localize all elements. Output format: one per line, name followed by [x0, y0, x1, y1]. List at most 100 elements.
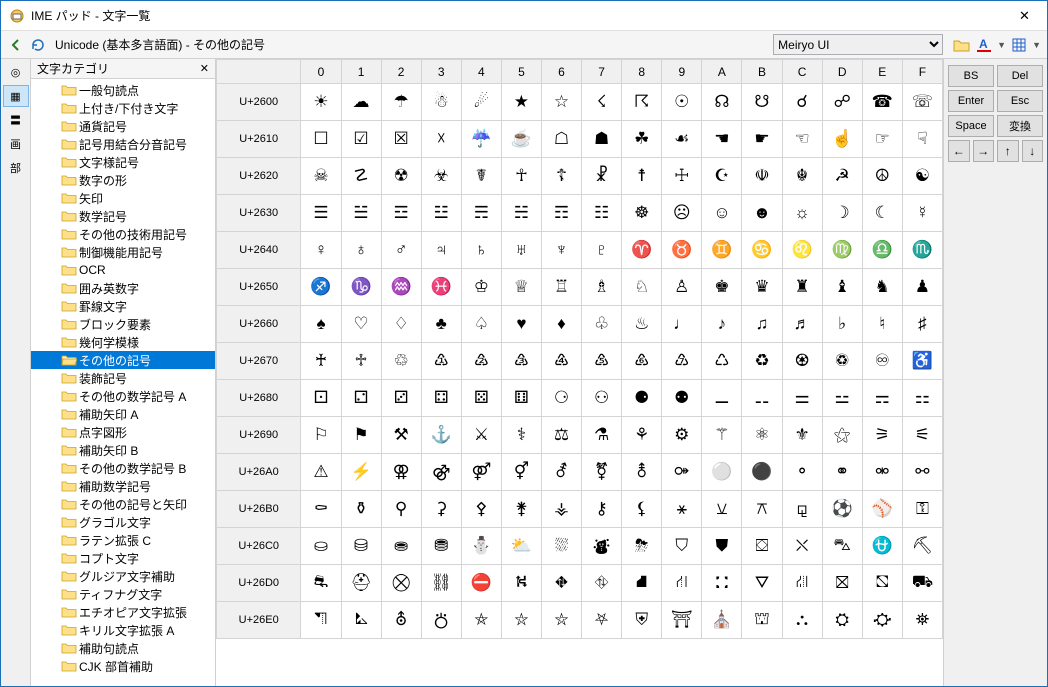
tree-item[interactable]: 補助句読点: [31, 639, 215, 657]
char-cell[interactable]: ☼: [782, 195, 822, 232]
char-cell[interactable]: ⚊: [702, 380, 742, 417]
char-cell[interactable]: ♔: [461, 269, 501, 306]
char-cell[interactable]: ⛙: [662, 565, 702, 602]
char-cell[interactable]: ⛮: [862, 602, 902, 639]
char-cell[interactable]: ⛉: [662, 528, 702, 565]
char-cell[interactable]: ⚇: [582, 380, 622, 417]
char-cell[interactable]: ☷: [582, 195, 622, 232]
char-cell[interactable]: ⛐: [301, 565, 341, 602]
char-cell[interactable]: ♍: [822, 232, 862, 269]
char-cell[interactable]: ⛭: [822, 602, 862, 639]
char-cell[interactable]: ♨: [622, 306, 662, 343]
char-cell[interactable]: ⛆: [541, 528, 581, 565]
char-cell[interactable]: ♋: [742, 232, 782, 269]
char-cell[interactable]: ☉: [662, 84, 702, 121]
tree-item[interactable]: グラゴル文字: [31, 513, 215, 531]
char-cell[interactable]: ☮: [862, 158, 902, 195]
char-cell[interactable]: ☟: [902, 121, 942, 158]
char-cell[interactable]: ⛞: [862, 565, 902, 602]
char-cell[interactable]: ☭: [822, 158, 862, 195]
char-cell[interactable]: ♦: [541, 306, 581, 343]
char-cell[interactable]: ⚫: [742, 454, 782, 491]
right-button[interactable]: →: [973, 140, 995, 162]
char-cell[interactable]: ⚋: [742, 380, 782, 417]
char-cell[interactable]: ⚈: [622, 380, 662, 417]
char-cell[interactable]: ☶: [541, 195, 581, 232]
tree-item[interactable]: その他の記号と矢印: [31, 495, 215, 513]
char-cell[interactable]: ♗: [582, 269, 622, 306]
char-cell[interactable]: ⚵: [501, 491, 541, 528]
char-cell[interactable]: ⛕: [501, 565, 541, 602]
refresh-icon[interactable]: [29, 36, 47, 54]
char-cell[interactable]: ☆: [541, 84, 581, 121]
char-cell[interactable]: ♶: [541, 343, 581, 380]
char-cell[interactable]: ☴: [461, 195, 501, 232]
char-cell[interactable]: ♸: [622, 343, 662, 380]
char-cell[interactable]: ♬: [782, 306, 822, 343]
font-select[interactable]: Meiryo UI: [773, 34, 943, 55]
tree-item[interactable]: 矢印: [31, 189, 215, 207]
char-cell[interactable]: ⛈: [622, 528, 662, 565]
char-cell[interactable]: ⚶: [541, 491, 581, 528]
tree-item[interactable]: OCR: [31, 261, 215, 279]
char-cell[interactable]: ⚷: [582, 491, 622, 528]
char-cell[interactable]: ⚦: [541, 454, 581, 491]
char-cell[interactable]: ⛒: [381, 565, 421, 602]
folder-icon[interactable]: [953, 36, 971, 54]
tree-body[interactable]: 一般句読点上付き/下付き文字通貨記号記号用結合分音記号文字様記号数字の形矢印数学…: [31, 79, 215, 686]
up-button[interactable]: ↑: [997, 140, 1019, 162]
tree-item[interactable]: グルジア文字補助: [31, 567, 215, 585]
char-cell[interactable]: ⚕: [501, 417, 541, 454]
tree-item[interactable]: その他の数学記号 B: [31, 459, 215, 477]
tree-item[interactable]: 幾何学模様: [31, 333, 215, 351]
char-cell[interactable]: ♇: [582, 232, 622, 269]
char-cell[interactable]: ⚤: [461, 454, 501, 491]
char-cell[interactable]: ⚨: [622, 454, 662, 491]
char-cell[interactable]: ♻: [742, 343, 782, 380]
esc-button[interactable]: Esc: [997, 90, 1043, 112]
tree-item[interactable]: 記号用結合分音記号: [31, 135, 215, 153]
char-cell[interactable]: ☠: [301, 158, 341, 195]
tree-item[interactable]: ブロック要素: [31, 315, 215, 333]
char-cell[interactable]: ☃: [421, 84, 461, 121]
char-cell[interactable]: ☯: [902, 158, 942, 195]
char-cell[interactable]: ☋: [742, 84, 782, 121]
char-cell[interactable]: ☎: [862, 84, 902, 121]
char-cell[interactable]: ⛗: [582, 565, 622, 602]
char-cell[interactable]: ⛚: [702, 565, 742, 602]
char-cell[interactable]: ♕: [501, 269, 541, 306]
char-cell[interactable]: ⚪: [702, 454, 742, 491]
char-cell[interactable]: ⛜: [782, 565, 822, 602]
char-cell[interactable]: ⛠: [301, 602, 341, 639]
char-cell[interactable]: ♿: [902, 343, 942, 380]
tree-item[interactable]: その他の数学記号 A: [31, 387, 215, 405]
char-cell[interactable]: ⚉: [662, 380, 702, 417]
tree-item[interactable]: ティフナグ文字: [31, 585, 215, 603]
char-cell[interactable]: ♓: [421, 269, 461, 306]
char-cell[interactable]: ⚸: [622, 491, 662, 528]
char-cell[interactable]: ⛦: [541, 602, 581, 639]
mode-button-4[interactable]: 部: [3, 157, 29, 179]
tree-item[interactable]: その他の技術用記号: [31, 225, 215, 243]
char-cell[interactable]: ⛎: [862, 528, 902, 565]
char-cell[interactable]: ☖: [541, 121, 581, 158]
char-cell[interactable]: ♱: [341, 343, 381, 380]
char-cell[interactable]: ♺: [702, 343, 742, 380]
tree-item[interactable]: 数字の形: [31, 171, 215, 189]
char-cell[interactable]: ⛧: [582, 602, 622, 639]
char-cell[interactable]: ⛘: [622, 565, 662, 602]
char-cell[interactable]: ♢: [381, 306, 421, 343]
char-cell[interactable]: ☰: [301, 195, 341, 232]
char-cell[interactable]: ⚾: [862, 491, 902, 528]
char-cell[interactable]: ⛟: [902, 565, 942, 602]
char-cell[interactable]: ♷: [582, 343, 622, 380]
tree-item[interactable]: 囲み英数字: [31, 279, 215, 297]
char-cell[interactable]: ⚥: [501, 454, 541, 491]
char-cell[interactable]: ⛏: [902, 528, 942, 565]
char-cell[interactable]: ⛣: [421, 602, 461, 639]
char-grid[interactable]: 0123456789ABCDEFU+2600☀☁☂☃☄★☆☇☈☉☊☋☌☍☎☏U+…: [216, 59, 943, 686]
char-cell[interactable]: ⛌: [782, 528, 822, 565]
char-cell[interactable]: ⛢: [381, 602, 421, 639]
tree-item[interactable]: ラテン拡張 C: [31, 531, 215, 549]
tree-item[interactable]: 上付き/下付き文字: [31, 99, 215, 117]
